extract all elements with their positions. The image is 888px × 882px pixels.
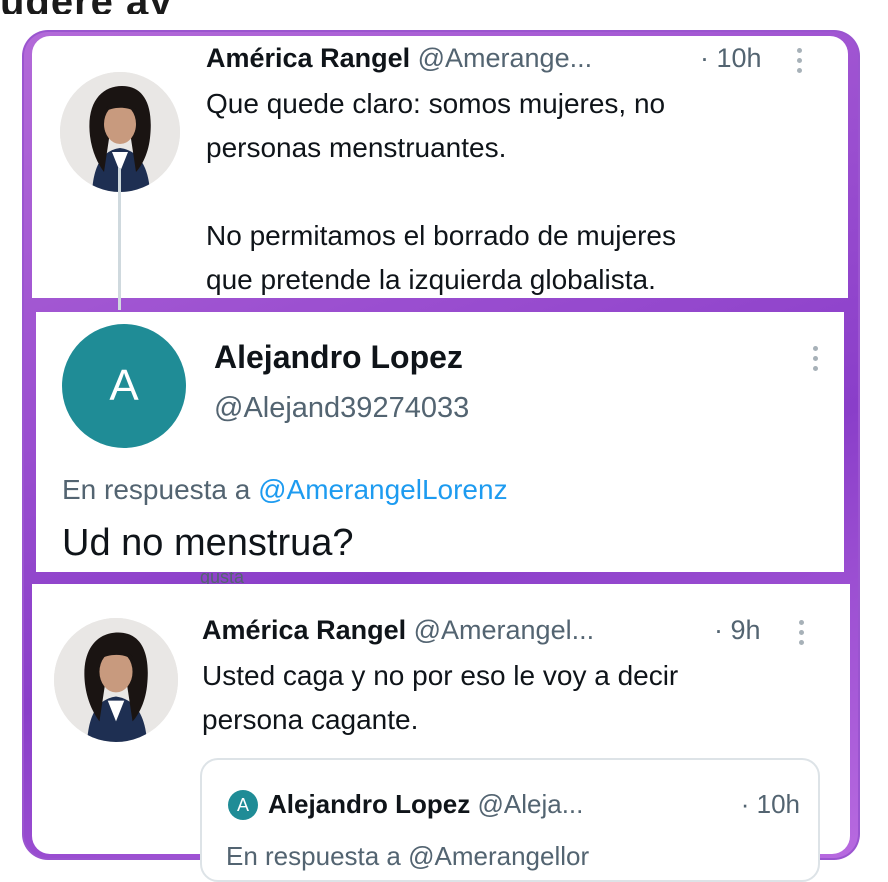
quoted-time[interactable]: · 10h	[741, 788, 800, 820]
tweet-time[interactable]: · 9h	[714, 614, 761, 646]
reply-context: En respuesta a @AmerangelLorenz	[62, 472, 508, 508]
quoted-author[interactable]: Alejandro Lopez @Aleja...	[268, 788, 583, 820]
cropped-top-text: ugere ay	[0, 0, 888, 14]
author-handle[interactable]: @Amerange...	[418, 43, 593, 73]
reply-prefix: En respuesta a	[62, 474, 259, 505]
more-options-icon[interactable]	[812, 346, 818, 371]
more-options-icon[interactable]	[798, 620, 804, 645]
author-name[interactable]: América Rangel	[202, 615, 406, 645]
quoted-avatar[interactable]: A	[228, 790, 258, 820]
portrait-image	[54, 618, 178, 742]
reply-mention-link[interactable]: @AmerangelLorenz	[258, 474, 507, 505]
more-options-icon[interactable]	[796, 48, 802, 73]
quoted-author-handle[interactable]: @Aleja...	[477, 789, 583, 819]
avatar-america-rangel[interactable]	[54, 618, 178, 742]
tweet-time[interactable]: · 10h	[700, 42, 762, 74]
tweet3-header: América Rangel @Amerangel...	[202, 614, 594, 646]
tweet-text: Usted caga y no por eso le voy a decir p…	[202, 660, 679, 735]
thread-connector-line	[118, 168, 121, 310]
tweet1-header: América Rangel @Amerange...	[206, 42, 592, 74]
tweet-card-alejandro[interactable]: A Alejandro Lopez @Alejand39274033 En re…	[36, 312, 844, 572]
author-handle[interactable]: @Amerangel...	[414, 615, 594, 645]
author-handle[interactable]: @Alejand39274033	[214, 390, 469, 426]
avatar-alejandro-lopez[interactable]: A	[62, 324, 186, 448]
author-name[interactable]: Alejandro Lopez	[214, 338, 463, 376]
quoted-cut-text: En respuesta a @Amerangellor	[226, 841, 590, 871]
tweet-text: Ud no menstrua?	[62, 522, 354, 564]
quoted-author-name[interactable]: Alejandro Lopez	[268, 789, 470, 819]
quoted-tweet[interactable]: A Alejandro Lopez @Aleja... · 10h En res…	[200, 758, 820, 882]
tweet-card-america-1[interactable]: América Rangel @Amerange... · 10h Que qu…	[32, 36, 848, 298]
tweet-text: Que quede claro: somos mujeres, no perso…	[206, 88, 676, 295]
author-name[interactable]: América Rangel	[206, 43, 410, 73]
